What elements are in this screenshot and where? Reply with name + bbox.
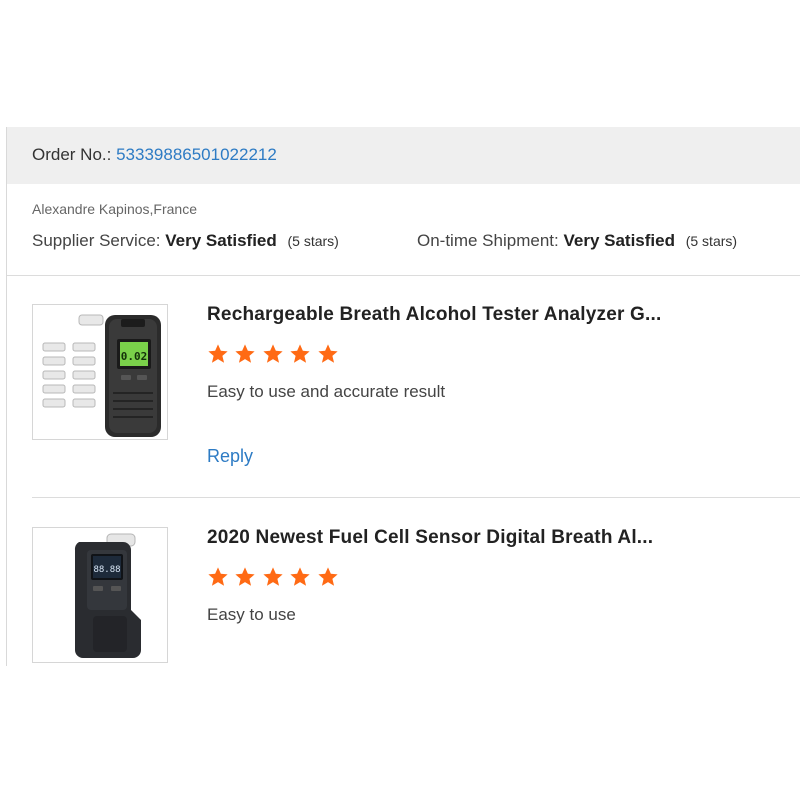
device-display-text: 0.02 — [121, 350, 148, 363]
supplier-service-value: Very Satisfied — [165, 231, 277, 250]
buyer-name-location: Alexandre Kapinos,France — [32, 201, 197, 217]
product-title[interactable]: 2020 Newest Fuel Cell Sensor Digital Bre… — [207, 527, 747, 549]
fuel-cell-breathalyzer-image-icon: 88.88 — [33, 528, 167, 662]
feedback-panel: Order No.: 53339886501022212 Alexandre K… — [6, 127, 800, 666]
star-icon — [263, 567, 283, 586]
star-icon — [208, 567, 228, 586]
reply-link[interactable]: Reply — [207, 446, 253, 467]
star-icon — [290, 567, 310, 586]
on-time-shipment-rating: On-time Shipment: Very Satisfied (5 star… — [417, 231, 737, 251]
on-time-shipment-label: On-time Shipment: — [417, 231, 559, 250]
product-title[interactable]: Rechargeable Breath Alcohol Tester Analy… — [207, 304, 747, 326]
star-icon — [235, 344, 256, 363]
star-icon — [235, 567, 256, 586]
device-display-text: 88.88 — [93, 565, 120, 575]
item-divider — [32, 497, 800, 498]
star-icon — [318, 344, 338, 363]
review-item: 88.88 2020 Newest Fuel Cell Sensor Digit… — [32, 527, 800, 666]
review-item: 0.02 Rechargeable Breath Alcohol Tester … — [32, 304, 800, 494]
star-rating — [207, 343, 340, 367]
on-time-shipment-value: Very Satisfied — [563, 231, 675, 250]
review-comment: Easy to use — [207, 605, 296, 624]
product-image[interactable]: 88.88 — [32, 527, 168, 663]
order-number-link[interactable]: 53339886501022212 — [116, 145, 277, 164]
order-number-row: Order No.: 53339886501022212 — [32, 145, 277, 165]
review-comment: Easy to use and accurate result — [207, 382, 446, 401]
star-icon — [263, 344, 283, 363]
order-header: Order No.: 53339886501022212 — [7, 127, 800, 184]
on-time-shipment-stars: (5 stars) — [685, 233, 738, 249]
star-icon — [290, 344, 310, 363]
supplier-service-rating: Supplier Service: Very Satisfied (5 star… — [32, 231, 339, 251]
breathalyzer-image-icon: 0.02 — [33, 305, 167, 439]
supplier-service-label: Supplier Service: — [32, 231, 161, 250]
star-rating — [207, 566, 340, 590]
star-icon — [318, 567, 338, 586]
order-number-label: Order No.: — [32, 145, 112, 164]
supplier-service-stars: (5 stars) — [287, 233, 339, 249]
star-icon — [208, 344, 228, 363]
product-image[interactable]: 0.02 — [32, 304, 168, 440]
header-divider — [7, 275, 800, 276]
